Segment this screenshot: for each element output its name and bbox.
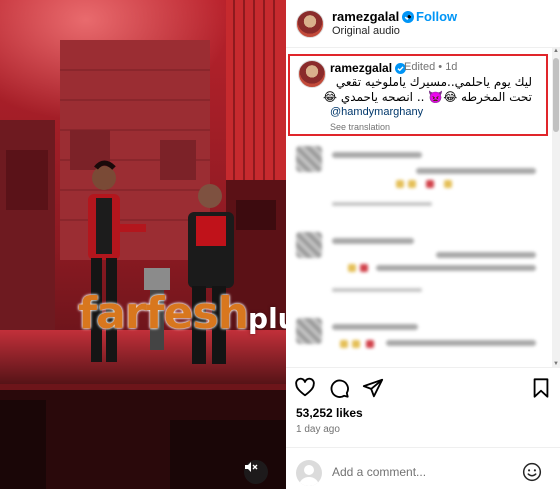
author-username[interactable]: ramezgalal bbox=[332, 9, 415, 24]
scrollbar-thumb[interactable] bbox=[553, 58, 559, 132]
commenter-avatar-blurred bbox=[296, 232, 322, 258]
caption-time[interactable]: 1d bbox=[445, 61, 457, 73]
author-username-text[interactable]: ramezgalal bbox=[332, 9, 399, 24]
caption-meta: Edited • 1d bbox=[404, 61, 457, 73]
likes-count[interactable]: 53,252 likes bbox=[296, 406, 363, 420]
add-comment-bar bbox=[286, 447, 560, 489]
scroll-up-arrow-icon[interactable]: ▲ bbox=[552, 48, 560, 54]
comment-item-blurred bbox=[296, 232, 548, 302]
header-separator: • bbox=[407, 9, 412, 24]
comment-item-blurred bbox=[296, 146, 548, 216]
post-sidebar: ramezgalal • Follow Original audio ramez… bbox=[286, 0, 560, 489]
commenter-avatar-blurred bbox=[296, 318, 322, 344]
speaker-muted-icon bbox=[245, 462, 258, 472]
author-avatar[interactable] bbox=[296, 10, 324, 38]
stage-scene bbox=[0, 0, 286, 489]
caption-username[interactable]: ramezgalal bbox=[330, 61, 407, 75]
smiley-icon[interactable] bbox=[522, 462, 542, 482]
mute-button[interactable] bbox=[244, 460, 268, 484]
bookmark-icon[interactable] bbox=[530, 377, 552, 399]
caption-text-line-1: ليك يوم ياحلمي..مسيرك ياملوخيه تقعي bbox=[335, 75, 532, 89]
add-comment-input[interactable] bbox=[332, 465, 512, 479]
caption-mention[interactable]: @hamdymarghany bbox=[330, 106, 423, 118]
watermark-part-2: plus.com bbox=[248, 302, 286, 335]
caption-separator: • bbox=[438, 61, 443, 73]
post-actions: 53,252 likes 1 day ago bbox=[286, 367, 560, 447]
post-timestamp[interactable]: 1 day ago bbox=[296, 424, 340, 435]
caption-username-text[interactable]: ramezgalal bbox=[330, 61, 392, 75]
comment-icon[interactable] bbox=[328, 377, 350, 399]
post-video[interactable]: farfeshplus.com bbox=[0, 0, 286, 489]
watermark-part-1: farfesh bbox=[78, 288, 249, 339]
current-user-avatar bbox=[296, 460, 322, 486]
original-audio-link[interactable]: Original audio bbox=[332, 25, 400, 37]
post-header: ramezgalal • Follow Original audio bbox=[286, 0, 560, 48]
paper-plane-icon[interactable] bbox=[362, 377, 384, 399]
heart-icon[interactable] bbox=[294, 377, 316, 399]
comments-scrollbar[interactable]: ▲ ▼ bbox=[552, 48, 560, 367]
caption-edited: Edited bbox=[404, 61, 436, 73]
watermark: farfeshplus.com bbox=[78, 292, 286, 336]
caption-avatar[interactable] bbox=[298, 60, 326, 88]
comments-list[interactable]: ramezgalal Edited • 1d ليك يوم ياحلمي..م… bbox=[286, 48, 552, 367]
commenter-avatar-blurred bbox=[296, 146, 322, 172]
caption-text-line-2: تحت المخرطه 😂👿 .. انصحه ياحمدي 😂 bbox=[323, 90, 532, 104]
default-avatar-icon bbox=[299, 465, 319, 486]
follow-button[interactable]: Follow bbox=[416, 9, 457, 24]
comment-item-blurred bbox=[296, 318, 548, 367]
see-translation-link[interactable]: See translation bbox=[330, 122, 390, 132]
caption: ramezgalal Edited • 1d ليك يوم ياحلمي..م… bbox=[288, 54, 548, 136]
